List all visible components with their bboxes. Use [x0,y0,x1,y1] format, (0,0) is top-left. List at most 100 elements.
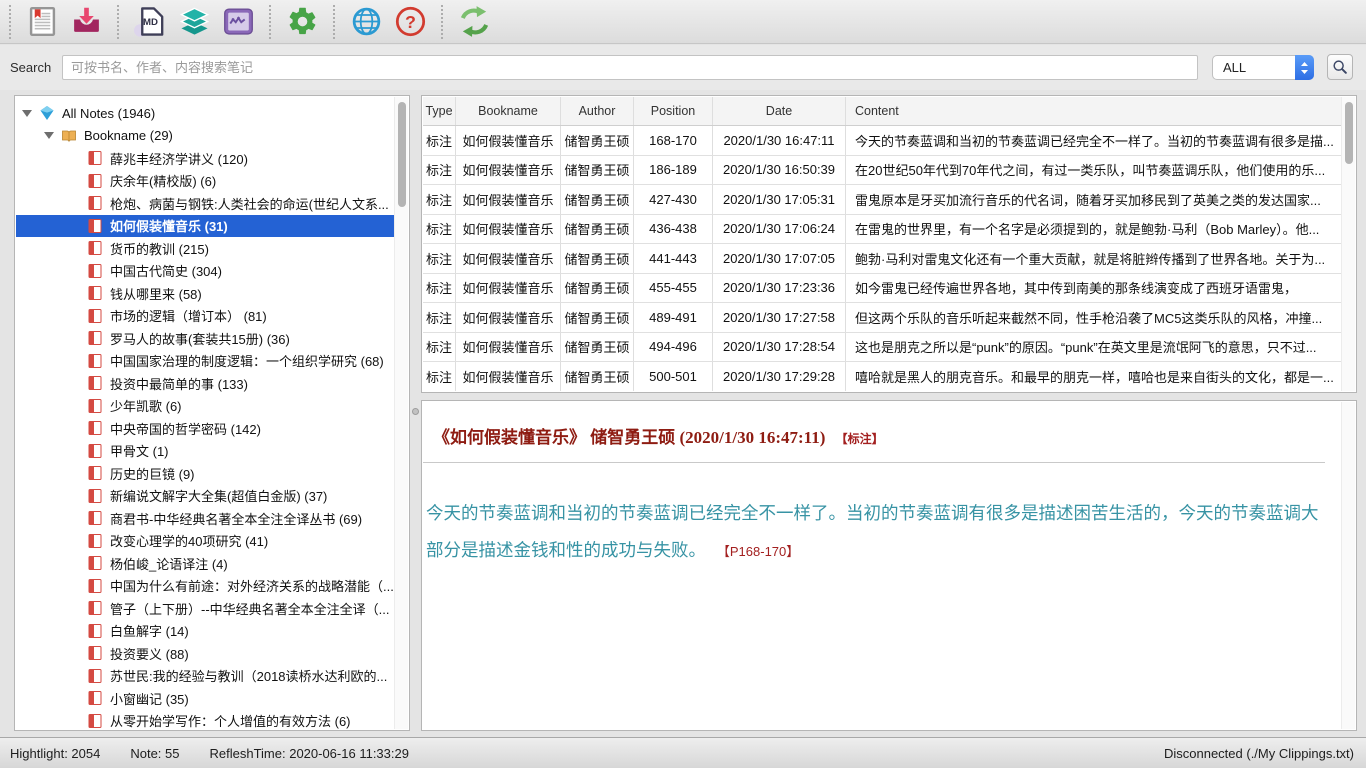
tree-item-book[interactable]: 商君书-中华经典名著全本全注全译丛书 (69) [16,507,394,530]
table-scrollbar-thumb[interactable] [1345,102,1353,164]
cell-date: 2020/1/30 17:05:31 [713,185,846,214]
tree-item-book[interactable]: 甲骨文 (1) [16,440,394,463]
tree-item-bookname-group[interactable]: Bookname (29) [16,125,394,148]
tree-item-book[interactable]: 改变心理学的40项研究 (41) [16,530,394,553]
tree-item-label: 白鱼解字 (14) [110,621,189,640]
tree-item-book[interactable]: 投资中最简单的事 (133) [16,372,394,395]
cell-type: 标注 [423,126,456,155]
sidebar-scrollbar-thumb[interactable] [398,102,406,207]
chart-monitor-button[interactable] [216,2,260,42]
tree-item-book[interactable]: 中央帝国的哲学密码 (142) [16,417,394,440]
cell-position: 427-430 [634,185,713,214]
tree-item-book[interactable]: 货币的教训 (215) [16,237,394,260]
book-icon [87,623,103,639]
tree-item-book[interactable]: 枪炮、病菌与钢铁:人类社会的命运(世纪人文系... [16,192,394,215]
tree-item-book[interactable]: 中国古代简史 (304) [16,260,394,283]
layers-button[interactable] [172,2,216,42]
table-scrollbar[interactable] [1341,97,1355,391]
toolbar-separator [333,5,335,39]
globe-button[interactable] [344,2,388,42]
markdown-file-icon: MD [134,5,167,38]
column-header-position[interactable]: Position [634,97,713,125]
tree-item-book[interactable]: 苏世民:我的经验与教训（2018读桥水达利欧的... [16,665,394,688]
cell-type: 标注 [423,215,456,244]
tree-item-book[interactable]: 如何假装懂音乐 (31) [16,215,394,238]
tree-item-book[interactable]: 庆余年(精校版) (6) [16,170,394,193]
table-row[interactable]: 标注 如何假装懂音乐 储智勇王硕 186-189 2020/1/30 16:50… [423,156,1341,186]
help-icon: ? [394,5,427,38]
page-ref: 【P168-170】 [717,544,799,559]
tree-item-book[interactable]: 杨伯峻_论语译注 (4) [16,552,394,575]
cell-author: 储智勇王硕 [561,244,634,273]
book-icon [87,150,103,166]
cell-author: 储智勇王硕 [561,185,634,214]
cell-type: 标注 [423,362,456,391]
sidebar-scrollbar[interactable] [394,97,408,729]
sidebar-panel: All Notes (1946) Bookname (29) 薛兆丰经济学讲义 … [14,95,410,731]
column-header-date[interactable]: Date [713,97,846,125]
cell-date: 2020/1/30 16:47:11 [713,126,846,155]
refresh-button[interactable] [452,2,496,42]
cell-position: 436-438 [634,215,713,244]
import-clippings-button[interactable] [64,2,108,42]
tree-item-book[interactable]: 少年凯歌 (6) [16,395,394,418]
tree-item-book[interactable]: 薛兆丰经济学讲义 (120) [16,147,394,170]
detail-scrollbar[interactable] [1341,402,1355,729]
tree-item-book[interactable]: 钱从哪里来 (58) [16,282,394,305]
tree-item-all-notes[interactable]: All Notes (1946) [16,102,394,125]
tree-item-book[interactable]: 新编说文解字大全集(超值白金版) (37) [16,485,394,508]
column-header-content[interactable]: Content [846,97,1341,125]
tree-item-book[interactable]: 罗马人的故事(套装共15册) (36) [16,327,394,350]
book-icon [87,668,103,684]
tree-item-book[interactable]: 中国国家治理的制度逻辑：一个组织学研究 (68) [16,350,394,373]
tree-item-book[interactable]: 白鱼解字 (14) [16,620,394,643]
book-icon [87,443,103,459]
tree-item-book[interactable]: 从零开始学写作：个人增值的有效方法 (6) [16,710,394,730]
book-tree: All Notes (1946) Bookname (29) 薛兆丰经济学讲义 … [16,97,394,729]
column-header-author[interactable]: Author [561,97,634,125]
book-icon [87,218,103,234]
table-row[interactable]: 标注 如何假装懂音乐 储智勇王硕 455-455 2020/1/30 17:23… [423,274,1341,304]
tree-item-book[interactable]: 历史的巨镜 (9) [16,462,394,485]
tree-item-book[interactable]: 投资要义 (88) [16,642,394,665]
cell-content: 在20世纪50年代到70年代之间，有过一类乐队，叫节奏蓝调乐队，他们使用的乐..… [846,156,1341,185]
notes-document-button[interactable] [20,2,64,42]
tree-item-label: 少年凯歌 (6) [110,396,182,415]
search-input[interactable] [62,55,1198,80]
note-count: Note: 55 [130,746,179,761]
table-row[interactable]: 标注 如何假装懂音乐 储智勇王硕 500-501 2020/1/30 17:29… [423,362,1341,391]
disclosure-triangle-icon[interactable] [22,110,32,117]
column-header-bookname[interactable]: Bookname [456,97,561,125]
cell-type: 标注 [423,333,456,362]
column-header-type[interactable]: Type [423,97,456,125]
splitter-handle[interactable] [412,408,419,415]
tree-item-book[interactable]: 市场的逻辑（增订本） (81) [16,305,394,328]
table-row[interactable]: 标注 如何假装懂音乐 储智勇王硕 427-430 2020/1/30 17:05… [423,185,1341,215]
filter-dropdown[interactable]: ALL [1212,55,1314,80]
table-row[interactable]: 标注 如何假装懂音乐 储智勇王硕 436-438 2020/1/30 17:06… [423,215,1341,245]
note-title: 《如何假装懂音乐》 储智勇王硕 (2020/1/30 16:47:11) 【标注… [433,423,1341,448]
table-row[interactable]: 标注 如何假装懂音乐 储智勇王硕 489-491 2020/1/30 17:27… [423,303,1341,333]
table-row[interactable]: 标注 如何假装懂音乐 储智勇王硕 441-443 2020/1/30 17:07… [423,244,1341,274]
settings-button[interactable] [280,2,324,42]
cell-position: 455-455 [634,274,713,303]
cell-date: 2020/1/30 17:27:58 [713,303,846,332]
cell-date: 2020/1/30 16:50:39 [713,156,846,185]
tree-item-book[interactable]: 管子（上下册）--中华经典名著全本全注全译（... [16,597,394,620]
cell-content: 雷鬼原本是牙买加流行音乐的代名词，随着牙买加移民到了英美之类的发达国家... [846,185,1341,214]
status-bar: Hightlight: 2054 Note: 55 RefleshTime: 2… [0,737,1366,768]
cell-position: 500-501 [634,362,713,391]
bookname-group-icon [61,128,77,144]
help-button[interactable]: ? [388,2,432,42]
table-row[interactable]: 标注 如何假装懂音乐 储智勇王硕 494-496 2020/1/30 17:28… [423,333,1341,363]
connection-status: Disconnected (./My Clippings.txt) [1164,746,1354,761]
tree-item-book[interactable]: 中国为什么有前途：对外经济关系的战略潜能（... [16,575,394,598]
tree-item-book[interactable]: 小窗幽记 (35) [16,687,394,710]
book-list: 薛兆丰经济学讲义 (120) 庆余年(精校版) (6) 枪炮、病菌与钢铁:人类社… [16,147,394,729]
disclosure-triangle-icon[interactable] [44,132,54,139]
tree-item-label: 商君书-中华经典名著全本全注全译丛书 (69) [110,509,362,528]
markdown-export-button[interactable]: MD [128,2,172,42]
table-row[interactable]: 标注 如何假装懂音乐 储智勇王硕 168-170 2020/1/30 16:47… [423,126,1341,156]
search-button[interactable] [1327,54,1353,80]
all-notes-gem-icon [39,105,55,121]
